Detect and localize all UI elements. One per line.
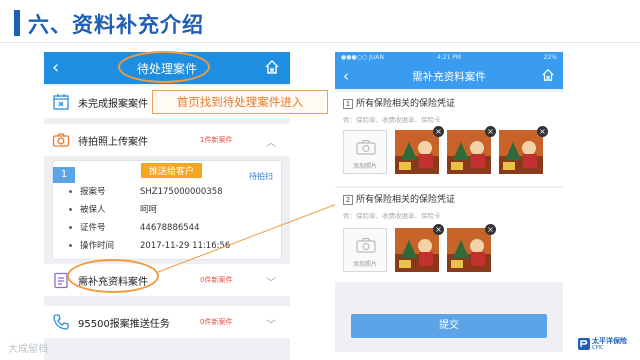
battery-level: 22%	[543, 54, 557, 61]
photo-image	[447, 130, 491, 174]
chevron-down-icon[interactable]: ﹀	[266, 316, 276, 331]
chevron-down-icon[interactable]: ﹀	[266, 274, 276, 289]
highlight-supplement-row	[67, 259, 159, 293]
add-photo-label: 添加照片	[352, 163, 377, 170]
slide-title: 六、资料补充介绍	[28, 13, 204, 37]
right-nav-title: 需补充资料案件	[412, 71, 486, 83]
photo-image	[447, 228, 491, 272]
claim-index: 1	[53, 167, 75, 183]
right-nav-bar: ‹ 需补充资料案件	[335, 63, 563, 89]
title-divider	[0, 42, 640, 43]
photo-image	[499, 130, 543, 174]
add-photo-label: 添加照片	[352, 261, 377, 268]
status-time: 4:21 PM	[436, 54, 462, 61]
add-photo-button[interactable]: 添加照片	[343, 228, 387, 272]
claim-field: 报案号 SHZ175000000358	[69, 185, 223, 197]
section-hint: 例：保险单、收费收据单、保险卡	[343, 212, 441, 220]
calendar-x-icon	[53, 94, 69, 110]
camera-icon	[52, 133, 70, 147]
section-title: 2 所有保险相关的保险凭证	[343, 192, 455, 205]
delete-photo-icon[interactable]: ×	[485, 224, 496, 235]
section-hint: 例：保险单、收费收据单、保险卡	[343, 116, 441, 124]
uploaded-photo-thumbnail[interactable]	[447, 130, 491, 174]
home-icon[interactable]	[541, 68, 555, 82]
uploaded-photo-thumbnail[interactable]	[499, 130, 543, 174]
uploaded-photo-thumbnail[interactable]	[395, 130, 439, 174]
uploaded-photo-thumbnail[interactable]	[395, 228, 439, 272]
submit-button[interactable]: 提交	[351, 314, 547, 338]
claim-card[interactable]: 1 推送给客户 待拍扫 报案号 SHZ175000000358 被保人 呵呵 证件号…	[52, 160, 282, 260]
delete-photo-icon[interactable]: ×	[537, 126, 548, 137]
new-claims-count: 0件新案件	[200, 276, 233, 284]
home-icon[interactable]	[264, 59, 280, 75]
status-bar: ●●●○○ JUAN 4:21 PM 22%	[335, 52, 563, 63]
delete-photo-icon[interactable]: ×	[485, 126, 496, 137]
uploaded-photo-thumbnail[interactable]	[447, 228, 491, 272]
watermark: 大成留档	[8, 344, 48, 355]
row-label: 未完成报案案件	[78, 99, 148, 110]
slide: 六、资料补充介绍 ‹ 待处理案件 未完成报案案件 待拍照上传案件 1件新案件 ︿…	[0, 0, 640, 360]
right-phone-screenshot: ●●●○○ JUAN 4:21 PM 22% ‹ 需补充资料案件 1 所有保险相关…	[335, 52, 563, 352]
row-label: 待拍照上传案件	[78, 137, 148, 148]
push-to-customer-tag[interactable]: 推送给客户	[141, 163, 203, 178]
upload-section-1: 1 所有保险相关的保险凭证 例：保险单、收费收据单、保险卡 添加照片 × × ×	[335, 92, 563, 186]
camera-icon	[356, 139, 376, 155]
claim-field: 操作时间 2017-11-29 11:16:56	[69, 239, 230, 251]
brand-sub: CPIC	[592, 345, 604, 351]
chevron-up-icon[interactable]: ︿	[266, 134, 276, 149]
row-pending-photo-claims[interactable]: 待拍照上传案件 1件新案件 ︿	[44, 124, 290, 156]
title-accent-bar	[14, 10, 20, 36]
delete-photo-icon[interactable]: ×	[433, 126, 444, 137]
add-photo-button[interactable]: 添加照片	[343, 130, 387, 174]
photo-image	[395, 228, 439, 272]
new-claims-count: 1件新案件	[200, 136, 233, 144]
delete-photo-icon[interactable]: ×	[433, 224, 444, 235]
phone-icon	[53, 314, 69, 330]
instruction-callout: 首页找到待处理案件进入	[152, 90, 328, 114]
row-label: 95500报案推送任务	[78, 319, 170, 330]
photo-image	[395, 130, 439, 174]
highlight-nav-title	[118, 51, 210, 83]
pending-scan-link[interactable]: 待拍扫	[249, 171, 273, 182]
camera-icon	[356, 237, 376, 253]
section-title: 1 所有保险相关的保险凭证	[343, 96, 455, 109]
upload-section-2: 2 所有保险相关的保险凭证 例：保险单、收费收据单、保险卡 添加照片 × ×	[335, 188, 563, 282]
claim-field: 被保人 呵呵	[69, 203, 157, 215]
claim-field: 证件号 44678886544	[69, 221, 200, 233]
new-claims-count: 0件新案件	[200, 318, 233, 326]
row-95500-push-tasks[interactable]: 95500报案推送任务 0件新案件 ﹀	[44, 306, 290, 338]
cpic-logo-icon	[578, 338, 590, 350]
